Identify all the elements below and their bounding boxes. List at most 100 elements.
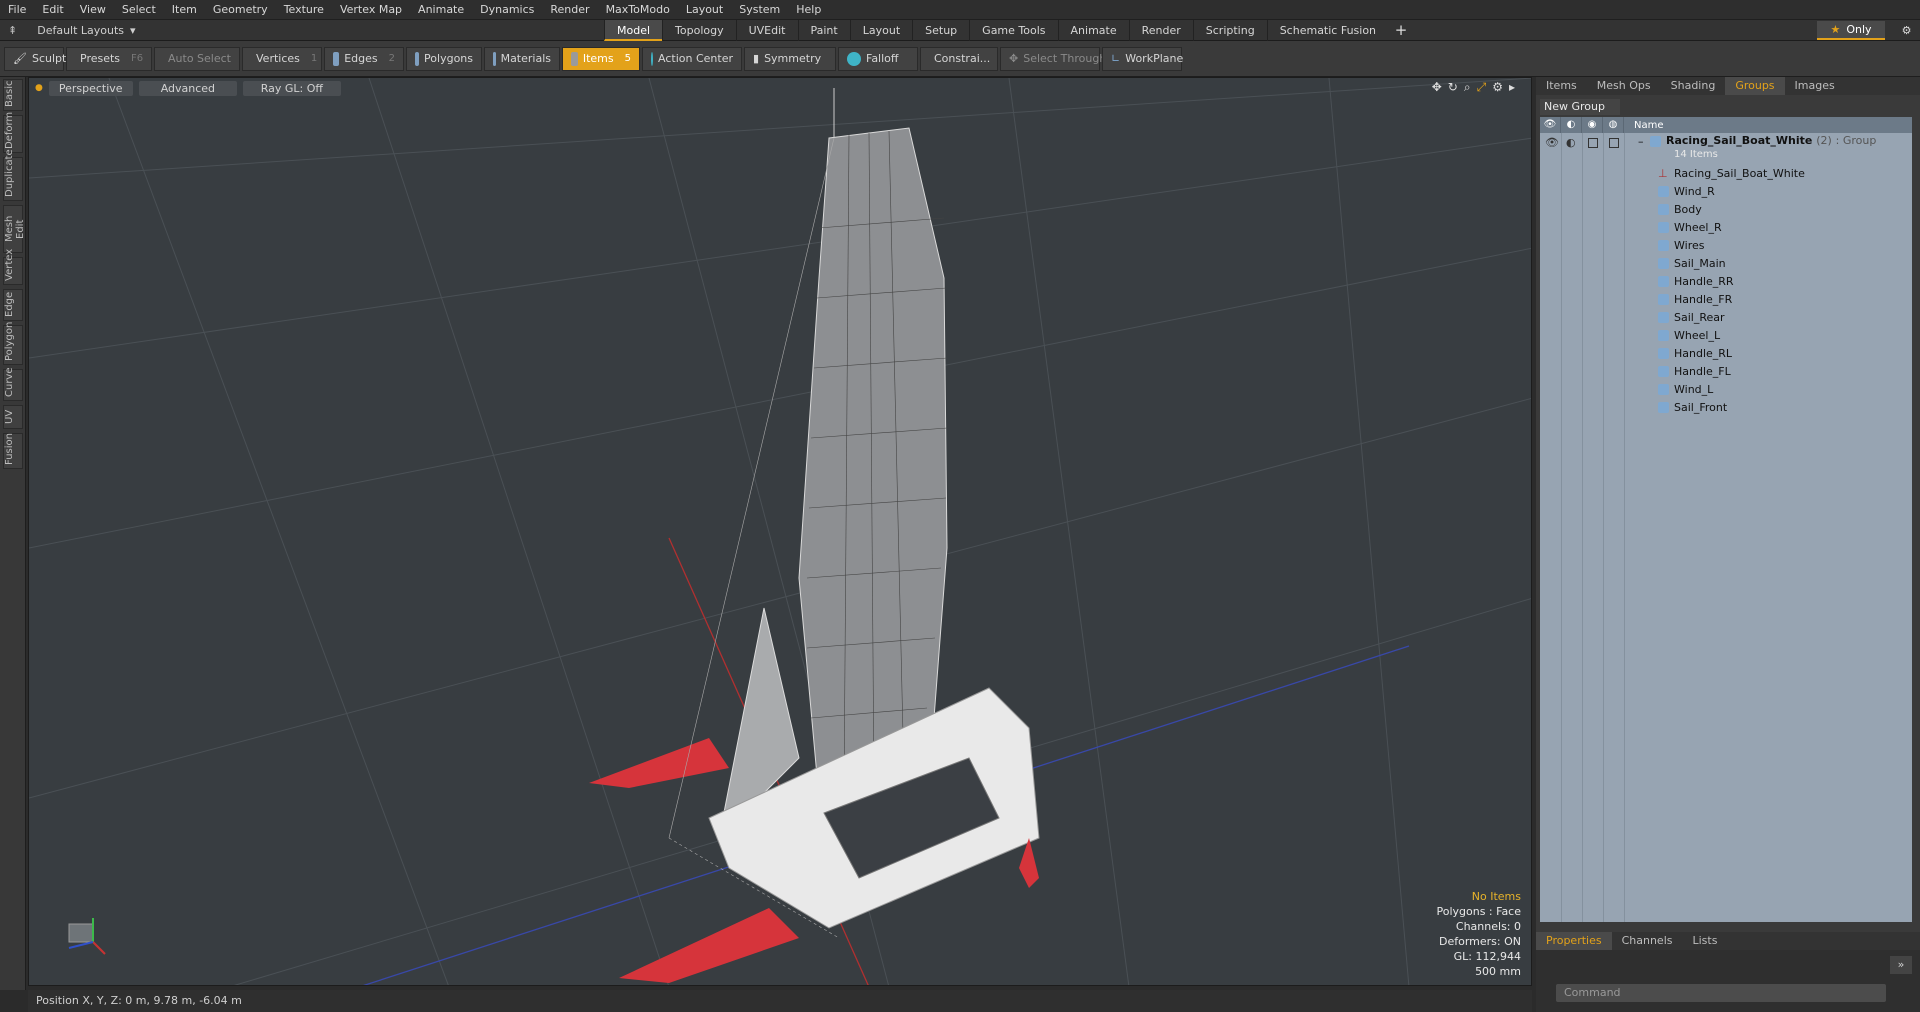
raygl-toggle[interactable]: Ray GL: Off	[242, 80, 341, 96]
play-icon[interactable]: ▸	[1509, 80, 1515, 95]
group-item-row[interactable]: Handle_FL	[1540, 363, 1912, 381]
presets-button[interactable]: Presets F6	[66, 46, 152, 71]
menu-item-select[interactable]: Select	[114, 0, 164, 20]
render-icon[interactable]: ◐	[1561, 117, 1582, 133]
right-tab-images[interactable]: Images	[1785, 77, 1845, 95]
lock-icon[interactable]: ◉	[1582, 117, 1603, 133]
command-input[interactable]: Command	[1556, 984, 1886, 1002]
select-icon[interactable]: ◍	[1603, 117, 1624, 133]
gear-icon[interactable]: ⚙	[1893, 20, 1920, 41]
action-center-button[interactable]: Action Center	[642, 46, 742, 71]
new-group-button[interactable]: New Group	[1540, 99, 1620, 115]
side-tab-curve[interactable]: Curve	[3, 367, 23, 401]
menu-item-render[interactable]: Render	[542, 0, 597, 20]
group-item-row[interactable]: Wheel_R	[1540, 219, 1912, 237]
tab-scripting[interactable]: Scripting	[1192, 20, 1267, 41]
tab-layout[interactable]: Layout	[849, 20, 912, 41]
viewport-menu-icon[interactable]: ●	[35, 83, 43, 93]
menu-item-layout[interactable]: Layout	[678, 0, 731, 20]
maximize-icon[interactable]: ⤢	[1477, 80, 1487, 95]
right-tab-mesh-ops[interactable]: Mesh Ops	[1587, 77, 1661, 95]
tab-uvedit[interactable]: UVEdit	[735, 20, 798, 41]
menu-item-geometry[interactable]: Geometry	[205, 0, 276, 20]
shading-mode-dropdown[interactable]: Advanced	[138, 80, 237, 96]
menu-item-file[interactable]: File	[0, 0, 34, 20]
menu-item-maxtomodo[interactable]: MaxToModo	[598, 0, 678, 20]
add-tab-icon[interactable]: +	[1388, 20, 1414, 41]
zoom-icon[interactable]: ⌕	[1464, 80, 1471, 95]
vertices-button[interactable]: Vertices 1	[242, 46, 322, 71]
viewport-3d[interactable]: ● Perspective Advanced Ray GL: Off ✥ ↻ ⌕…	[28, 77, 1532, 986]
menu-item-edit[interactable]: Edit	[34, 0, 71, 20]
side-tab-vertex[interactable]: Vertex	[3, 249, 23, 285]
rotate-icon[interactable]: ↻	[1448, 80, 1458, 95]
polygons-button[interactable]: Polygons	[406, 46, 482, 71]
tab-render[interactable]: Render	[1128, 20, 1193, 41]
expand-button[interactable]: »	[1890, 956, 1912, 974]
side-tab-polygon[interactable]: Polygon	[3, 322, 23, 365]
group-item-row[interactable]: Sail_Main	[1540, 255, 1912, 273]
falloff-button[interactable]: Falloff	[838, 46, 918, 71]
group-item-row[interactable]: Body	[1540, 201, 1912, 219]
menu-item-help[interactable]: Help	[788, 0, 829, 20]
group-item-row[interactable]: Sail_Rear	[1540, 309, 1912, 327]
group-expand-icon[interactable]: –	[1638, 135, 1644, 148]
bottom-tab-properties[interactable]: Properties	[1536, 932, 1612, 950]
bottom-tab-channels[interactable]: Channels	[1612, 932, 1683, 950]
auto-select-button[interactable]: Auto Select	[154, 46, 240, 71]
layout-dropdown[interactable]: ⇞ Default Layouts ▾	[0, 24, 600, 37]
group-item-row[interactable]: Handle_FR	[1540, 291, 1912, 309]
tab-setup[interactable]: Setup	[912, 20, 969, 41]
tab-model[interactable]: Model	[604, 20, 663, 41]
workplane-button[interactable]: ∟ WorkPlane	[1102, 46, 1183, 71]
group-select-box[interactable]	[1609, 138, 1619, 148]
group-item-row[interactable]: Wires	[1540, 237, 1912, 255]
tab-schematic-fusion[interactable]: Schematic Fusion	[1266, 20, 1388, 41]
group-item-row[interactable]: ⊥ Racing_Sail_Boat_White	[1540, 165, 1912, 183]
group-root-row[interactable]: 👁 ◐ – Racing_Sail_Boat_White (2) : Group…	[1540, 133, 1912, 165]
side-tab-edge[interactable]: Edge	[3, 289, 23, 321]
side-tab-deform[interactable]: Deform	[3, 112, 23, 153]
tab-topology[interactable]: Topology	[662, 20, 736, 41]
only-toggle[interactable]: ★ Only	[1817, 21, 1885, 40]
symmetry-button[interactable]: ▮ Symmetry	[744, 46, 836, 71]
right-tab-groups[interactable]: Groups	[1725, 77, 1785, 95]
right-tab-items[interactable]: Items	[1536, 77, 1587, 95]
eye-icon[interactable]: 👁	[1540, 117, 1561, 133]
side-tab-mesh-edit[interactable]: Mesh Edit	[3, 205, 26, 253]
settings-icon[interactable]: ⚙	[1492, 80, 1503, 95]
tab-game-tools[interactable]: Game Tools	[969, 20, 1057, 41]
group-item-row[interactable]: Wind_R	[1540, 183, 1912, 201]
group-item-row[interactable]: Wind_L	[1540, 381, 1912, 399]
menu-item-vertex-map[interactable]: Vertex Map	[332, 0, 410, 20]
constraints-button[interactable]: Constrai...	[920, 46, 998, 71]
tab-animate[interactable]: Animate	[1057, 20, 1129, 41]
edges-button[interactable]: Edges 2	[324, 46, 404, 71]
group-render-icon[interactable]: ◐	[1566, 136, 1576, 149]
group-item-row[interactable]: Wheel_L	[1540, 327, 1912, 345]
sculpt-button[interactable]: 🖌 Sculpt	[4, 46, 66, 71]
group-item-row[interactable]: Handle_RL	[1540, 345, 1912, 363]
group-item-row[interactable]: Sail_Front	[1540, 399, 1912, 417]
group-lock-box[interactable]	[1588, 138, 1598, 148]
menu-item-texture[interactable]: Texture	[276, 0, 332, 20]
group-visibility-icon[interactable]: 👁	[1545, 136, 1559, 149]
group-item-row[interactable]: Handle_RR	[1540, 273, 1912, 291]
side-tab-fusion[interactable]: Fusion	[3, 433, 23, 469]
menu-item-animate[interactable]: Animate	[410, 0, 472, 20]
view-type-dropdown[interactable]: Perspective	[48, 80, 133, 96]
select-through-button[interactable]: ✥ Select Through	[1000, 46, 1106, 71]
menu-item-view[interactable]: View	[72, 0, 114, 20]
menu-item-item[interactable]: Item	[164, 0, 205, 20]
items-button[interactable]: Items 5	[562, 46, 640, 71]
menu-item-dynamics[interactable]: Dynamics	[472, 0, 542, 20]
side-tab-basic[interactable]: Basic	[3, 79, 23, 111]
side-tab-uv[interactable]: UV	[3, 405, 23, 429]
materials-button[interactable]: Materials	[484, 46, 560, 71]
side-tab-duplicate[interactable]: Duplicate	[3, 149, 23, 201]
bottom-tab-lists[interactable]: Lists	[1683, 932, 1728, 950]
tab-paint[interactable]: Paint	[797, 20, 850, 41]
menu-item-system[interactable]: System	[731, 0, 788, 20]
move-icon[interactable]: ✥	[1432, 80, 1442, 95]
right-tab-shading[interactable]: Shading	[1661, 77, 1726, 95]
